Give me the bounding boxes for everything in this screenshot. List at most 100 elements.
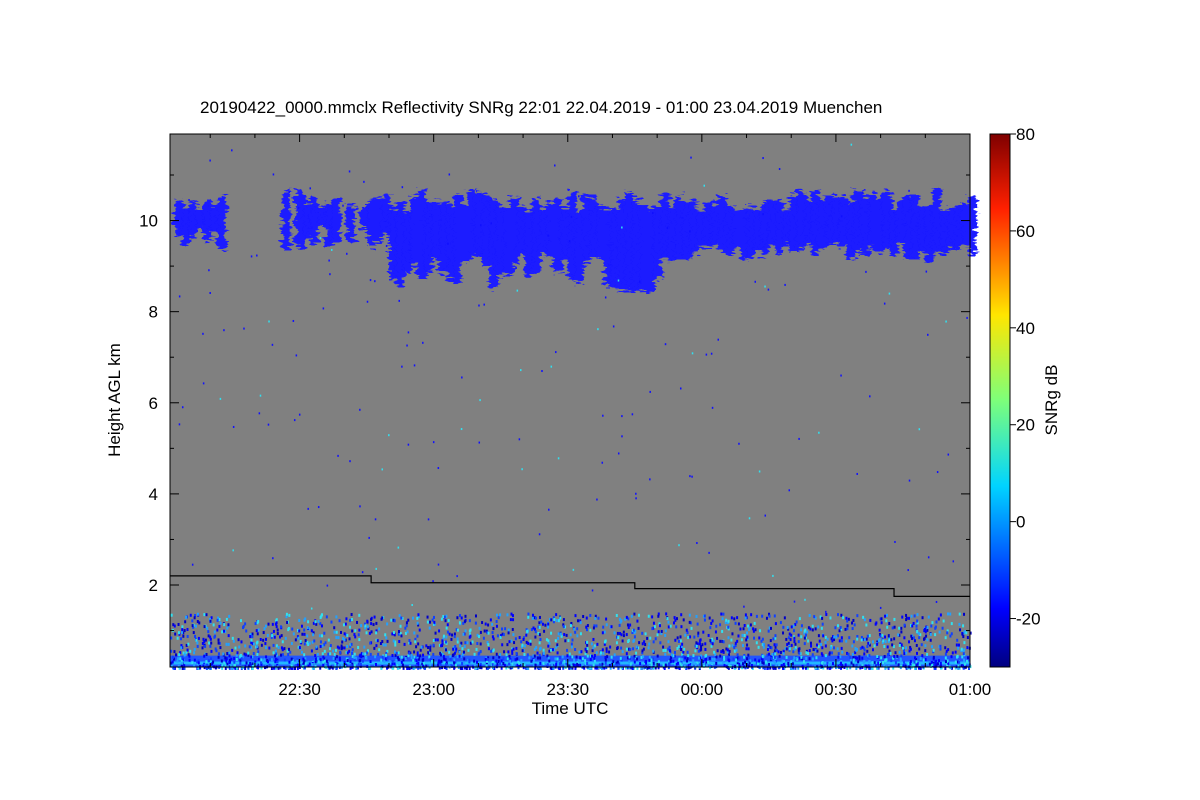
clutter-point	[824, 654, 827, 658]
clutter-point	[288, 660, 291, 664]
clutter-point	[312, 633, 315, 637]
clutter-point	[907, 616, 910, 620]
clutter-point	[439, 653, 442, 657]
clutter-point	[939, 613, 942, 617]
noise-pixel	[478, 304, 480, 307]
clutter-point	[962, 652, 965, 656]
clutter-point	[827, 663, 830, 667]
clutter-point	[924, 630, 927, 634]
clutter-point	[404, 656, 407, 660]
clutter-point	[715, 661, 718, 665]
clutter-point	[364, 624, 367, 628]
clutter-point	[198, 621, 201, 625]
clutter-point	[441, 639, 444, 643]
clutter-point	[544, 623, 547, 627]
clutter-point	[315, 645, 318, 649]
clutter-point	[458, 614, 461, 618]
clutter-point	[260, 658, 263, 662]
clutter-point	[521, 643, 524, 647]
clutter-point	[896, 654, 899, 658]
noise-pixel	[272, 557, 274, 560]
clutter-point	[530, 659, 533, 663]
clutter-point	[840, 636, 843, 640]
clutter-point	[729, 664, 732, 668]
clutter-point	[868, 634, 871, 638]
clutter-point	[353, 656, 356, 660]
clutter-point	[570, 645, 573, 649]
clutter-point	[249, 635, 252, 639]
clutter-point	[782, 631, 785, 635]
clutter-point	[569, 624, 572, 628]
clutter-point	[915, 660, 918, 664]
clutter-point	[343, 632, 346, 636]
noise-pixel	[572, 568, 575, 571]
clutter-point	[788, 632, 791, 636]
clutter-point	[880, 617, 883, 621]
clutter-point	[771, 653, 774, 657]
noise-pixel	[267, 423, 270, 426]
noise-pixel	[259, 394, 262, 397]
clutter-point	[761, 654, 764, 658]
clutter-point	[938, 659, 941, 663]
clutter-point	[385, 636, 388, 640]
clutter-point	[351, 629, 354, 633]
noise-pixel	[381, 468, 384, 471]
clutter-point	[605, 617, 608, 621]
clutter-point	[340, 663, 343, 667]
clutter-point	[300, 650, 303, 654]
clutter-point	[288, 613, 291, 617]
clutter-point	[905, 613, 908, 617]
clutter-point	[696, 622, 699, 626]
noise-pixel	[936, 471, 939, 474]
clutter-point	[868, 654, 871, 658]
clutter-point	[621, 650, 624, 654]
clutter-point	[893, 617, 896, 621]
clutter-point	[468, 635, 471, 639]
clutter-point	[884, 659, 887, 663]
clutter-point	[256, 652, 259, 656]
noise-pixel	[208, 269, 210, 272]
clutter-point	[527, 641, 530, 645]
clutter-point	[483, 629, 486, 633]
clutter-point	[409, 641, 412, 645]
cloud-column	[217, 196, 226, 251]
clutter-point	[738, 656, 741, 660]
clutter-point	[315, 622, 318, 626]
clutter-point	[692, 654, 695, 658]
clutter-point	[289, 650, 292, 654]
clutter-point	[370, 618, 373, 622]
clutter-point	[322, 663, 325, 667]
clutter-point	[539, 656, 542, 660]
clutter-point	[657, 660, 660, 664]
clutter-point	[550, 631, 553, 635]
clutter-point	[257, 650, 260, 654]
clutter-point	[205, 613, 208, 617]
clutter-point	[555, 613, 558, 617]
clutter-point	[808, 657, 811, 661]
clutter-point	[314, 654, 317, 658]
clutter-point	[820, 626, 823, 630]
y-tick-label: 8	[149, 303, 158, 322]
clutter-point	[734, 641, 737, 645]
clutter-point	[851, 652, 854, 656]
clutter-point	[736, 616, 739, 620]
clutter-point	[920, 643, 923, 647]
clutter-point	[487, 631, 490, 635]
clutter-point	[349, 618, 352, 622]
clutter-point	[852, 640, 855, 644]
noise-pixel	[422, 341, 424, 344]
clutter-point	[185, 615, 188, 619]
clutter-point	[170, 613, 173, 617]
clutter-point	[901, 615, 904, 619]
clutter-point	[484, 622, 487, 626]
clutter-point	[318, 634, 321, 638]
clutter-point	[944, 656, 947, 660]
clutter-point	[342, 623, 345, 627]
clutter-point	[557, 632, 560, 636]
clutter-point	[957, 646, 960, 650]
clutter-point	[462, 621, 465, 625]
clutter-point	[887, 634, 890, 638]
clutter-point	[197, 661, 200, 665]
clutter-point	[405, 621, 408, 625]
clutter-point	[351, 648, 354, 652]
